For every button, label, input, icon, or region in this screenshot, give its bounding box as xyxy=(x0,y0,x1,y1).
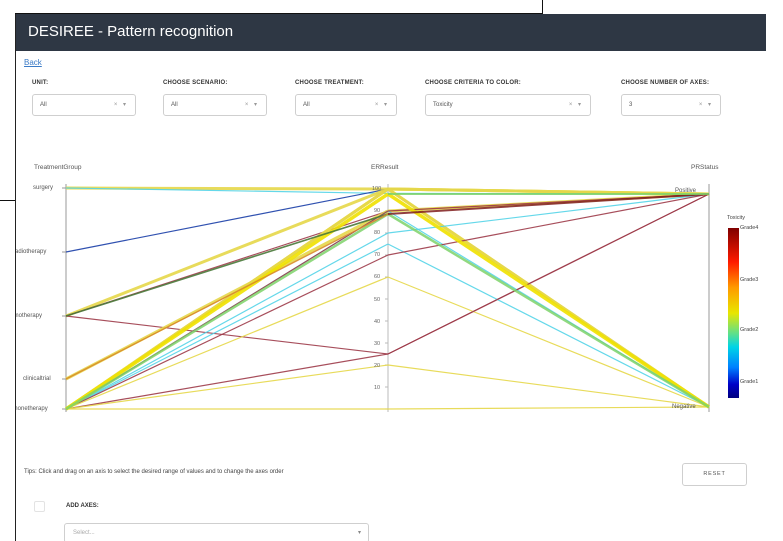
erresult-tick-100: 100 xyxy=(372,186,382,192)
highlight-green-line xyxy=(387,212,710,409)
tips-text: Tips: Click and drag on an axis to selec… xyxy=(24,469,284,475)
erresult-tick-20: 20 xyxy=(374,363,381,369)
prstatus-label-negative: Negative xyxy=(672,404,696,410)
erresult-tick-40: 40 xyxy=(374,319,381,325)
chevron-down-icon[interactable]: ▾ xyxy=(358,529,361,536)
legend-grade2: Grade2 xyxy=(740,327,759,333)
erresult-tick-90: 90 xyxy=(374,208,381,214)
treatmentgroup-label-clinicaltrial: clinicaltrial xyxy=(23,376,51,382)
polyline-segment-a xyxy=(65,243,389,410)
parallel-coordinates-plot[interactable] xyxy=(16,14,766,454)
frame-left-tick xyxy=(0,200,16,201)
treatmentgroup-label-chemotherapy: chemotherapy xyxy=(16,313,43,319)
frame-top-right-tick xyxy=(542,0,543,14)
polyline-segment-b xyxy=(387,193,710,355)
polyline-segment-b xyxy=(387,364,710,408)
legend-grade3: Grade3 xyxy=(740,277,759,283)
highlight-green-line xyxy=(65,212,389,411)
polyline-segment-a xyxy=(65,315,389,355)
prstatus-label-positive: Positive xyxy=(675,188,697,194)
erresult-tick-70: 70 xyxy=(374,252,381,258)
polyline-segment-a xyxy=(65,232,389,410)
treatmentgroup-label-surgery: surgery xyxy=(33,185,54,191)
toxicity-legend-title: Toxicity xyxy=(727,215,746,221)
treatmentgroup-label-hormonetherapy: hormonetherapy xyxy=(16,406,48,412)
reset-button[interactable]: RESET xyxy=(682,463,747,486)
faint-icon xyxy=(34,501,45,512)
treatmentgroup-label-radiotherapy: radiotherapy xyxy=(15,249,47,255)
legend-grade1: Grade1 xyxy=(740,379,759,385)
polyline-segment-b xyxy=(387,243,710,408)
highlight-yellow-line xyxy=(387,192,710,409)
erresult-tick-30: 30 xyxy=(374,341,381,347)
polyline-segment-b xyxy=(387,406,710,410)
erresult-tick-80: 80 xyxy=(374,230,381,236)
add-axes-select[interactable]: Select... ▾ xyxy=(64,523,369,541)
erresult-tick-50: 50 xyxy=(374,297,381,303)
add-axes-label: ADD AXES: xyxy=(66,503,99,509)
toxicity-color-scale xyxy=(728,228,739,398)
legend-grade4: Grade4 xyxy=(740,225,759,231)
polyline-segment-a xyxy=(65,254,389,410)
pattern-recognition-app: DESIREE - Pattern recognition Back UNIT:… xyxy=(15,14,766,541)
add-axes-placeholder: Select... xyxy=(73,530,95,536)
polyline-segment-a xyxy=(65,353,389,410)
erresult-tick-60: 60 xyxy=(374,274,381,280)
polyline-segment-a xyxy=(65,364,389,410)
highlight-darkred-line xyxy=(387,193,710,215)
erresult-tick-10: 10 xyxy=(374,385,381,391)
